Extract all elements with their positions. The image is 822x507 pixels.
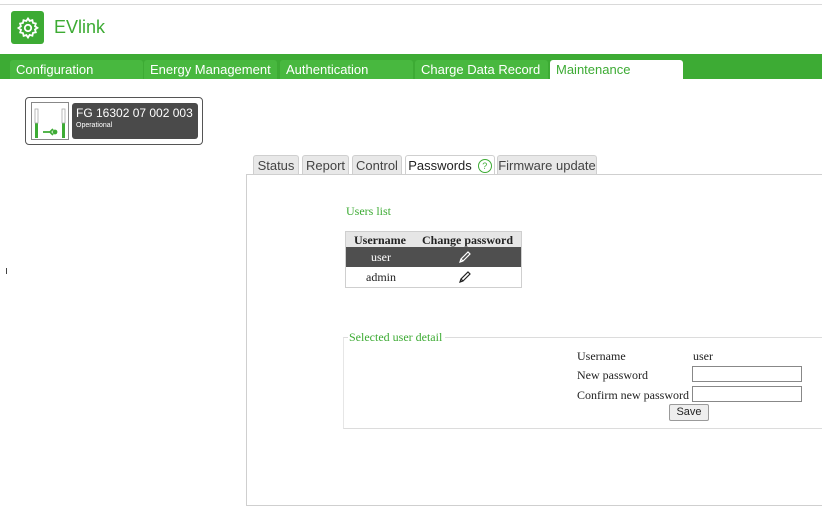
- pencil-icon[interactable]: [458, 250, 472, 268]
- charger-name: FG 16302 07 002 003: [76, 106, 193, 120]
- new-password-label: New password: [577, 368, 648, 382]
- charger-status: Operational: [76, 122, 113, 129]
- pencil-icon[interactable]: [458, 270, 472, 288]
- new-password-input[interactable]: [692, 366, 802, 382]
- app-title: EVlink: [54, 17, 106, 37]
- column-username: Username: [354, 233, 406, 247]
- subtab-passwords-label: Passwords: [408, 158, 472, 173]
- users-table-header: Username Change password: [346, 232, 521, 247]
- save-button[interactable]: Save: [669, 404, 709, 421]
- confirm-password-input[interactable]: [692, 386, 802, 402]
- charger-label: FG 16302 07 002 003 Operational: [72, 103, 198, 139]
- table-row[interactable]: admin: [346, 267, 521, 287]
- top-divider: [0, 4, 822, 5]
- subtab-control[interactable]: Control: [352, 155, 402, 175]
- table-row[interactable]: user: [346, 247, 521, 267]
- confirm-password-label: Confirm new password: [577, 388, 689, 402]
- subtab-report[interactable]: Report: [302, 155, 349, 175]
- row-username: user: [371, 250, 391, 264]
- tab-configuration[interactable]: Configuration: [10, 60, 143, 79]
- username-value: user: [693, 349, 713, 363]
- tab-maintenance[interactable]: Maintenance: [550, 60, 683, 79]
- ev-charger-icon: [31, 102, 69, 140]
- tab-charge-data-record[interactable]: Charge Data Record: [415, 60, 548, 79]
- row-username: admin: [366, 270, 396, 284]
- username-label: Username: [577, 349, 626, 363]
- subtab-firmware-update[interactable]: Firmware update: [497, 155, 597, 175]
- help-icon[interactable]: ?: [477, 159, 492, 173]
- app-logo: [11, 11, 44, 44]
- charger-card[interactable]: FG 16302 07 002 003 Operational: [25, 97, 203, 145]
- tab-authentication[interactable]: Authentication: [280, 60, 413, 79]
- subtab-status[interactable]: Status: [253, 155, 299, 175]
- tab-energy-management[interactable]: Energy Management: [144, 60, 277, 79]
- users-list-title: Users list: [346, 204, 391, 218]
- subtab-passwords[interactable]: Passwords?: [405, 155, 495, 176]
- column-change-password: Change password: [422, 233, 514, 247]
- edge-marker: [6, 268, 7, 274]
- gear-icon: [16, 16, 39, 39]
- user-detail-title: Selected user detail: [348, 330, 446, 345]
- users-table: Username Change password user admin: [345, 231, 522, 288]
